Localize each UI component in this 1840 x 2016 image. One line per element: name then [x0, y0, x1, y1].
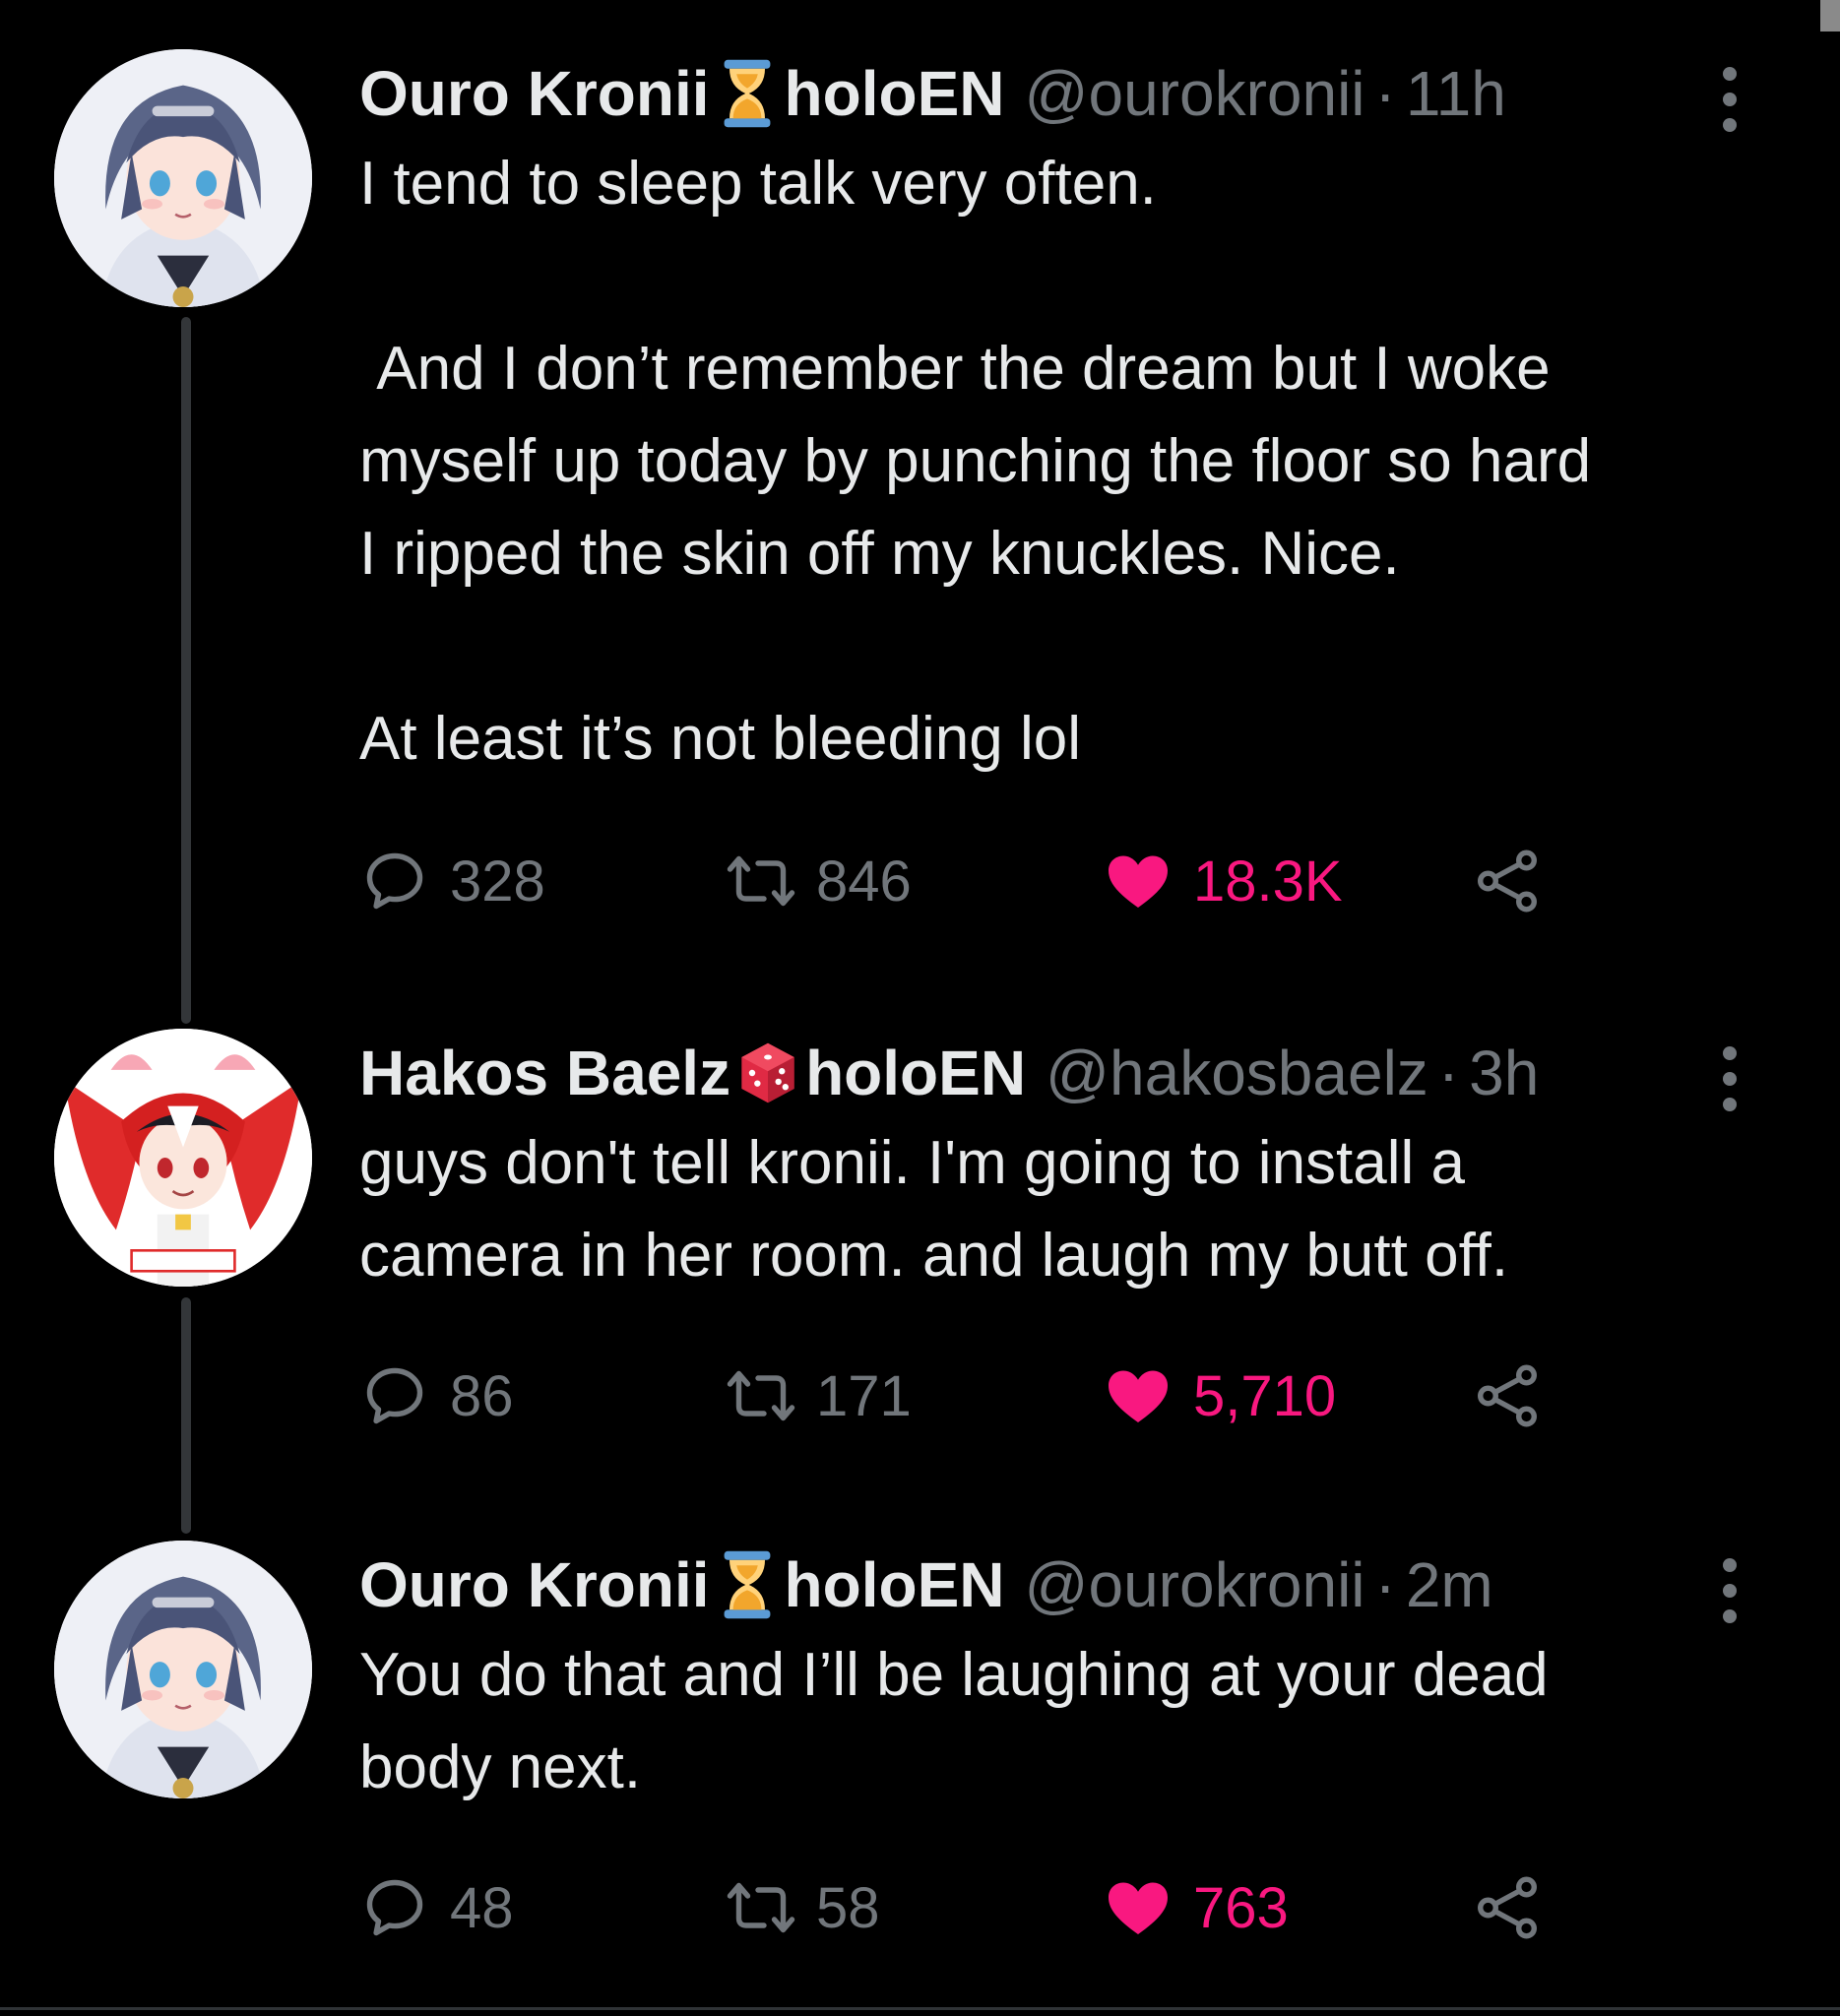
heart-filled-icon	[1109, 1370, 1168, 1422]
reply-count: 48	[450, 1875, 514, 1940]
kronii-avatar-image	[54, 49, 312, 307]
tweet-text: guys don't tell kronii. I'm going to ins…	[359, 1129, 1509, 1290]
separator-dot: ·	[1374, 58, 1396, 129]
like-button[interactable]: 5,710	[1103, 1352, 1336, 1440]
avatar[interactable]	[54, 1029, 312, 1287]
retweet-button[interactable]: 846	[726, 837, 912, 925]
more-options-icon[interactable]	[1722, 67, 1738, 132]
like-button[interactable]: 763	[1103, 1863, 1289, 1952]
handle[interactable]: @hakosbaelz	[1046, 1037, 1428, 1109]
timestamp[interactable]: 2m	[1406, 1548, 1493, 1621]
org-label: holoEN	[805, 1038, 1027, 1108]
retweet-icon	[727, 855, 795, 907]
handle[interactable]: @ourokronii	[1025, 1548, 1365, 1621]
tweet-actions: 86 171 5,710	[359, 1352, 1738, 1440]
like-count: 18.3K	[1193, 849, 1343, 914]
retweet-icon	[727, 1882, 795, 1933]
tweet[interactable]: Ouro Kronii holoEN @ourokronii · 2m You …	[0, 1541, 1840, 1954]
tweet-actions: 328 846 18.3K	[359, 837, 1738, 925]
share-icon	[1478, 1364, 1537, 1427]
share-button[interactable]	[1472, 1863, 1543, 1952]
heart-filled-icon	[1109, 855, 1168, 908]
reply-icon	[366, 852, 423, 910]
scrollbar-thumb[interactable]	[1820, 0, 1840, 32]
retweet-count: 171	[816, 1363, 912, 1428]
dice-emoji-icon	[736, 1038, 799, 1108]
reply-button[interactable]: 328	[359, 837, 545, 925]
reply-icon	[366, 1367, 423, 1424]
retweet-count: 58	[816, 1875, 880, 1940]
hourglass-emoji-icon	[716, 1549, 779, 1620]
display-name[interactable]: Ouro Kronii	[359, 1548, 710, 1621]
divider	[0, 2007, 1840, 2010]
reply-icon	[366, 1879, 423, 1936]
display-name[interactable]: Hakos Baelz	[359, 1037, 730, 1109]
reply-button[interactable]: 48	[359, 1863, 514, 1952]
avatar[interactable]	[54, 1541, 312, 1798]
like-count: 763	[1193, 1875, 1289, 1940]
share-icon	[1478, 850, 1537, 913]
share-button[interactable]	[1472, 1352, 1543, 1440]
retweet-button[interactable]: 171	[726, 1352, 912, 1440]
tweet-header: Hakos Baelz holoEN @hakosbaelz · 3h	[359, 1029, 1777, 1117]
retweet-button[interactable]: 58	[726, 1863, 880, 1952]
timestamp[interactable]: 11h	[1406, 57, 1506, 130]
baelz-avatar-image	[54, 1029, 312, 1287]
tweet-actions: 48 58 763	[359, 1863, 1738, 1952]
retweet-icon	[727, 1370, 795, 1421]
reply-button[interactable]: 86	[359, 1352, 514, 1440]
tweet-header: Ouro Kronii holoEN @ourokronii · 11h	[359, 49, 1777, 138]
kronii-avatar-image	[54, 1541, 312, 1798]
share-icon	[1478, 1876, 1537, 1939]
tweet[interactable]: Hakos Baelz holoEN @hakosbaelz · 3h guys…	[0, 1029, 1840, 1442]
display-name[interactable]: Ouro Kronii	[359, 57, 710, 130]
tweet[interactable]: Ouro Kronii holoEN @ourokronii · 11h I t…	[0, 49, 1840, 935]
like-button[interactable]: 18.3K	[1103, 837, 1343, 925]
org-label: holoEN	[784, 58, 1005, 129]
share-button[interactable]	[1472, 837, 1543, 925]
hourglass-emoji-icon	[716, 58, 779, 129]
like-count: 5,710	[1193, 1363, 1337, 1428]
tweet-text: You do that and I’ll be laughing at your…	[359, 1641, 1549, 1801]
separator-dot: ·	[1374, 1549, 1396, 1620]
separator-dot: ·	[1437, 1038, 1460, 1108]
reply-count: 86	[450, 1363, 514, 1428]
more-options-icon[interactable]	[1722, 1046, 1738, 1111]
retweet-count: 846	[816, 849, 912, 914]
tweet-header: Ouro Kronii holoEN @ourokronii · 2m	[359, 1541, 1777, 1629]
reply-count: 328	[450, 849, 545, 914]
more-options-icon[interactable]	[1722, 1558, 1738, 1623]
timestamp[interactable]: 3h	[1469, 1037, 1539, 1109]
heart-filled-icon	[1109, 1882, 1168, 1934]
tweet-text: I tend to sleep talk very often. And I d…	[359, 150, 1592, 773]
handle[interactable]: @ourokronii	[1025, 57, 1365, 130]
avatar[interactable]	[54, 49, 312, 307]
org-label: holoEN	[784, 1549, 1005, 1620]
